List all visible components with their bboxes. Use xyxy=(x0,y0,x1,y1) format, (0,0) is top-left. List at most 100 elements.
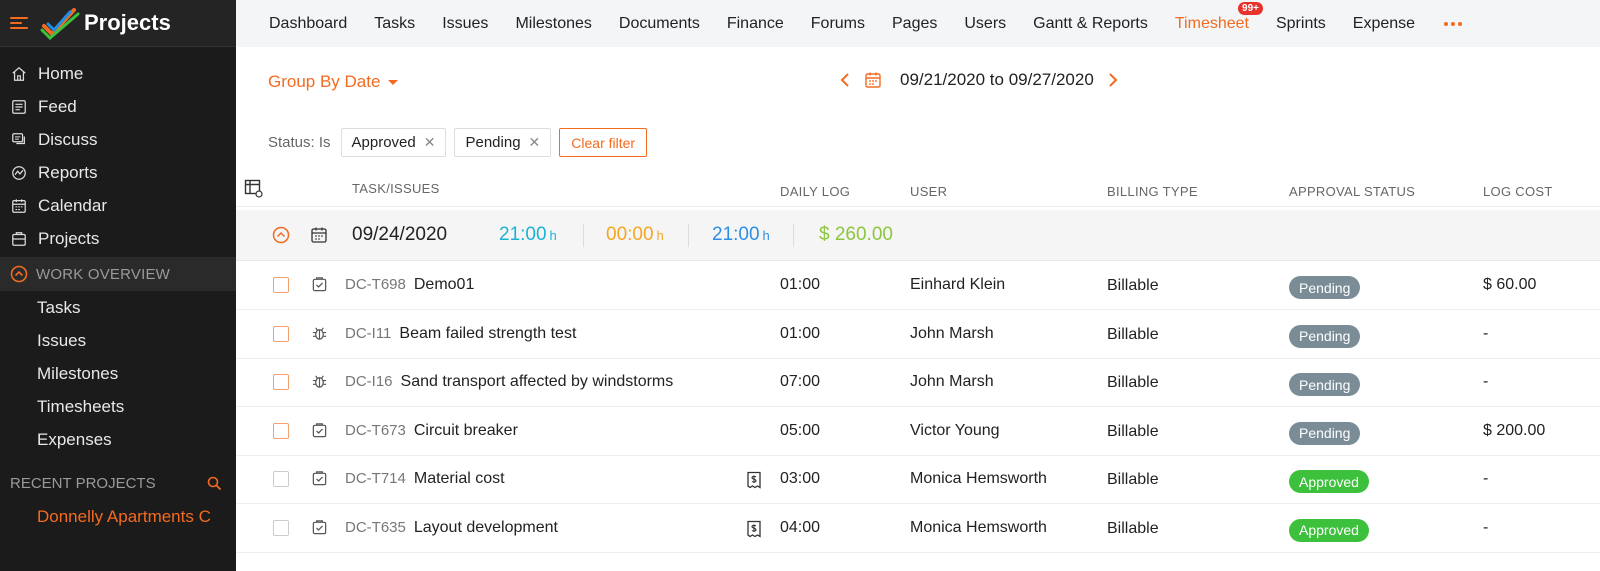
table-settings-icon[interactable] xyxy=(244,179,264,199)
tab-finance[interactable]: Finance xyxy=(727,15,784,33)
table-row[interactable]: DC-T714 Material cost 03:00 Monica Hemswort… xyxy=(236,456,1600,504)
task-cell[interactable]: DC-T635 Layout development xyxy=(345,519,558,537)
sidebar-item-discuss[interactable]: Discuss xyxy=(0,123,236,156)
task-icon xyxy=(311,470,329,488)
task-cell[interactable]: DC-I11 Beam failed strength test xyxy=(345,325,576,343)
status-badge[interactable]: Pending xyxy=(1289,276,1361,299)
task-code: DC-T698 xyxy=(345,276,406,293)
status-badge[interactable]: Pending xyxy=(1289,421,1361,445)
hours-unit: h xyxy=(762,228,770,243)
tab-dashboard[interactable]: Dashboard xyxy=(269,15,347,33)
status-badge[interactable]: Approved xyxy=(1289,518,1369,542)
clear-filter-button[interactable]: Clear filter xyxy=(559,128,648,157)
task-icon xyxy=(311,276,329,294)
calendar-icon[interactable] xyxy=(864,71,882,89)
chevron-left-icon[interactable] xyxy=(840,72,850,88)
group-cost: $ 260.00 xyxy=(819,224,893,245)
recent-projects-label: RECENT PROJECTS xyxy=(10,474,156,492)
filter-bar: Status: Is Approved ✕ Pending ✕ Clear filter xyxy=(268,128,648,157)
billing-type-cell[interactable]: Billable xyxy=(1107,423,1159,441)
table-row[interactable]: DC-T673 Circuit breaker 05:00 Victor Young B… xyxy=(236,408,1600,456)
tab-tasks[interactable]: Tasks xyxy=(374,15,415,33)
row-checkbox[interactable] xyxy=(273,374,289,390)
work-overview-item-tasks[interactable]: Tasks xyxy=(0,291,236,324)
work-overview-item-issues[interactable]: Issues xyxy=(0,324,236,357)
more-options-icon[interactable] xyxy=(1444,21,1463,26)
recent-project-item[interactable]: Donnelly Apartments C xyxy=(0,500,236,534)
work-overview-item-milestones[interactable]: Milestones xyxy=(0,357,236,390)
bug-icon xyxy=(311,325,329,343)
calendar-icon xyxy=(10,197,28,215)
sidebar-item-projects[interactable]: Projects xyxy=(0,222,236,255)
log-cost-cell: - xyxy=(1483,518,1489,536)
date-group-row: 09/24/2020 21:00 h 00:00 h 21:00 h $ 260.00 xyxy=(236,210,1600,261)
group-total-hours: 21:00 h xyxy=(499,224,557,246)
row-checkbox[interactable] xyxy=(273,519,289,536)
row-checkbox[interactable] xyxy=(273,422,289,439)
app-root: Projects Home Feed Discuss Reports Calendar P… xyxy=(0,0,1600,571)
tab-pages[interactable]: Pages xyxy=(892,15,937,33)
group-by-dropdown[interactable]: Group By Date xyxy=(268,72,399,92)
filter-chip-pending: Pending ✕ xyxy=(454,128,552,157)
tab-label: Tasks xyxy=(374,14,416,32)
task-name: Sand transport affected by windstorms xyxy=(400,373,674,390)
filter-chip-approved: Approved ✕ xyxy=(340,128,447,157)
work-overview-item-timesheets[interactable]: Timesheets xyxy=(0,390,236,423)
log-cost-cell: - xyxy=(1483,324,1489,342)
row-checkbox[interactable] xyxy=(273,325,289,342)
log-cost-cell: $ 60.00 xyxy=(1483,276,1537,293)
menu-icon[interactable] xyxy=(10,17,28,29)
status-badge[interactable]: Pending xyxy=(1289,324,1361,348)
status-badge[interactable]: Pending xyxy=(1289,373,1361,396)
table-row[interactable]: DC-T698 Demo01 01:00 Einhard Klein Billable P… xyxy=(236,262,1600,310)
billing-type-cell[interactable]: Billable xyxy=(1107,471,1159,489)
task-code: DC-T714 xyxy=(345,470,406,487)
table-row[interactable]: DC-I11 Beam failed strength test 01:00 John… xyxy=(236,311,1600,359)
tab-label: Expense xyxy=(1352,14,1416,32)
tab-documents[interactable]: Documents xyxy=(619,15,700,33)
feed-icon xyxy=(10,98,28,116)
divider xyxy=(688,224,689,247)
work-overview-header[interactable]: WORK OVERVIEW xyxy=(0,257,236,291)
tab-milestones[interactable]: Milestones xyxy=(515,15,591,33)
sidebar-item-home[interactable]: Home xyxy=(0,57,236,90)
row-checkbox[interactable] xyxy=(273,471,289,487)
tab-gantt-reports[interactable]: Gantt & Reports xyxy=(1033,15,1148,33)
tab-timesheet[interactable]: Timesheet 99+ xyxy=(1175,1,1263,33)
task-name: Beam failed strength test xyxy=(399,324,577,342)
collapse-group-icon[interactable] xyxy=(272,226,290,244)
search-icon[interactable] xyxy=(207,476,222,491)
close-icon[interactable]: ✕ xyxy=(424,134,436,151)
table-row[interactable]: DC-I16 Sand transport affected by windsto… xyxy=(236,359,1600,407)
sidebar-item-feed[interactable]: Feed xyxy=(0,90,236,123)
task-code: DC-T635 xyxy=(345,518,406,536)
tab-forums[interactable]: Forums xyxy=(811,15,865,33)
divider xyxy=(793,224,794,247)
close-icon[interactable]: ✕ xyxy=(529,134,541,151)
billing-type-cell[interactable]: Billable xyxy=(1107,326,1159,344)
status-badge[interactable]: Approved xyxy=(1289,470,1369,493)
tab-issues[interactable]: Issues xyxy=(442,15,488,33)
chevron-right-icon[interactable] xyxy=(1108,72,1118,88)
receipt-icon[interactable] xyxy=(746,471,762,489)
table-row[interactable]: DC-T635 Layout development 04:00 Monica Hem… xyxy=(236,505,1600,553)
billing-type-cell[interactable]: Billable xyxy=(1107,374,1159,392)
tab-users[interactable]: Users xyxy=(964,15,1006,33)
sidebar-item-reports[interactable]: Reports xyxy=(0,156,236,189)
task-icon xyxy=(311,422,329,440)
row-checkbox[interactable] xyxy=(273,277,289,293)
user-cell: Monica Hemsworth xyxy=(910,470,1047,487)
top-nav: Dashboard Tasks Issues Milestones Documents F… xyxy=(236,0,1600,47)
tab-expense[interactable]: Expense xyxy=(1353,15,1415,33)
tab-sprints[interactable]: Sprints xyxy=(1276,15,1326,33)
billing-type-cell[interactable]: Billable xyxy=(1107,277,1159,295)
receipt-icon[interactable] xyxy=(746,520,762,538)
task-cell[interactable]: DC-T714 Material cost xyxy=(345,470,505,488)
task-cell[interactable]: DC-T698 Demo01 xyxy=(345,276,474,294)
sidebar-item-calendar[interactable]: Calendar xyxy=(0,189,236,222)
billing-type-cell[interactable]: Billable xyxy=(1107,520,1159,538)
task-cell[interactable]: DC-T673 Circuit breaker xyxy=(345,422,518,440)
header-billing: BILLING TYPE xyxy=(1107,184,1198,199)
task-cell[interactable]: DC-I16 Sand transport affected by windsto… xyxy=(345,373,673,391)
work-overview-item-expenses[interactable]: Expenses xyxy=(0,423,236,456)
